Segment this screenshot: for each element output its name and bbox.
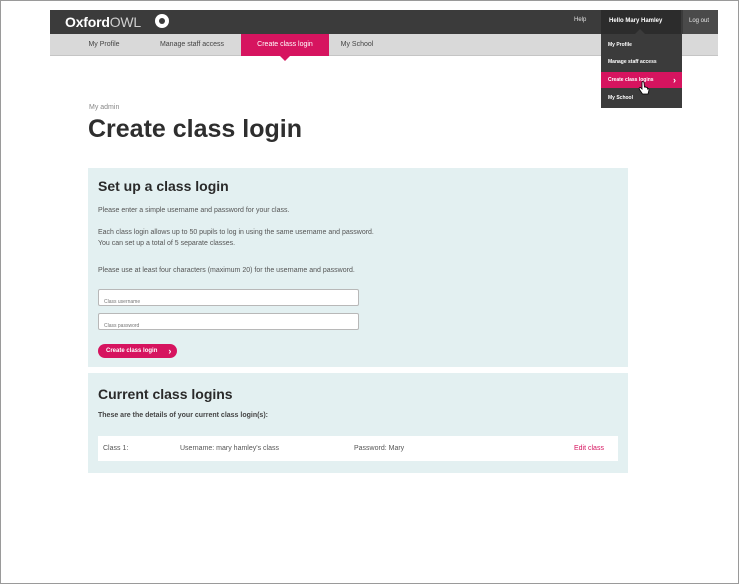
browser-frame: OxfordOWL Help Hello Mary Hamley Log out… [0,0,739,584]
tab-manage-staff-access[interactable]: Manage staff access [148,34,236,56]
class-username-input[interactable] [99,294,358,310]
setup-info-line-1: Each class login allows up to 50 pupils … [98,229,374,236]
setup-rules-text: Please use at least four characters (max… [98,267,355,274]
current-logins-subheading: These are the details of your current cl… [98,412,268,419]
menu-item-manage-staff-access[interactable]: Manage staff access [601,54,682,70]
table-row: Class 1: Username: mary hamley's class P… [98,436,618,461]
breadcrumb[interactable]: My admin [89,104,119,111]
class-password-field[interactable] [98,313,359,334]
class-name-cell: Class 1: [103,445,129,452]
setup-info-line-2: You can set up a total of 5 separate cla… [98,240,236,247]
menu-item-label: My Profile [608,42,632,48]
user-name: Hello Mary Hamley [609,18,663,24]
hand-pointer-cursor-icon [638,81,650,95]
tab-my-school[interactable]: My School [332,34,382,56]
class-password-input[interactable] [99,318,358,334]
tab-create-class-login[interactable]: Create class login [241,34,329,61]
logo-main-text: Oxford [65,14,110,30]
top-bar: OxfordOWL Help Hello Mary Hamley Log out [50,10,718,34]
logo-owl-text: OWL [109,14,141,30]
menu-item-label: Manage staff access [608,59,657,65]
username-cell: Username: mary hamley's class [180,445,279,452]
setup-intro-text: Please enter a simple username and passw… [98,207,290,214]
current-class-logins-panel: Current class logins These are the detai… [88,373,628,473]
flower-icon[interactable] [155,14,169,28]
page-title: Create class login [88,115,302,143]
create-class-login-button[interactable]: Create class login › [98,344,178,358]
logout-label: Log out [689,18,710,24]
current-logins-heading: Current class logins [98,386,233,402]
password-cell: Password: Mary [354,445,405,452]
class-username-field[interactable] [98,289,359,310]
setup-heading: Set up a class login [98,178,229,194]
setup-class-login-panel: Set up a class login Please enter a simp… [88,168,628,367]
chevron-right-icon: › [168,346,172,356]
logout-button[interactable]: Log out [683,10,718,34]
help-link[interactable]: Help [574,17,586,23]
menu-item-my-profile[interactable]: My Profile [601,37,682,53]
tab-my-profile[interactable]: My Profile [78,34,130,56]
oxford-owl-logo[interactable]: OxfordOWL [65,14,141,30]
chevron-right-icon: › [673,75,676,85]
create-class-login-label: Create class login [106,348,158,354]
edit-class-link[interactable]: Edit class [574,436,604,461]
menu-item-label: My School [608,95,634,101]
